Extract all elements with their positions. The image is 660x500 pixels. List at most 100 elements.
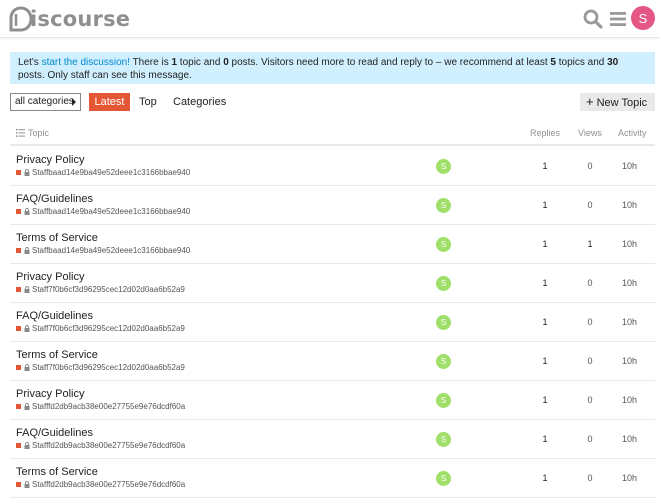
category-name: Stafffd2db9acb38e00e27755e9e76dcdf60a: [32, 480, 186, 489]
lock-icon: [24, 403, 30, 410]
nav-top[interactable]: Top: [139, 93, 157, 111]
replies-count: 1: [542, 239, 548, 249]
notice-text: posts. Visitors need more to read and re…: [228, 57, 551, 68]
topic-title[interactable]: Terms of Service: [16, 466, 98, 478]
lock-icon: [24, 325, 30, 332]
topic-title[interactable]: FAQ/Guidelines: [16, 427, 93, 439]
views-count: 0: [587, 395, 593, 405]
poster-avatar[interactable]: S: [436, 159, 451, 174]
poster-letter: S: [440, 279, 447, 288]
poster-letter: S: [440, 162, 447, 171]
table-row[interactable]: Terms of Service Staffbaad14e9ba49e52deee…: [10, 225, 655, 264]
topic-title[interactable]: FAQ/Guidelines: [16, 310, 93, 322]
lock-icon: [24, 286, 30, 293]
views-count: 0: [587, 200, 593, 210]
topic-title[interactable]: Terms of Service: [16, 232, 98, 244]
search-icon[interactable]: [582, 8, 604, 30]
poster-avatar[interactable]: S: [436, 471, 451, 486]
topic-list: Privacy Policy Staffbaad14e9ba49e52deee1c…: [10, 147, 655, 498]
category-color-icon: [16, 365, 21, 370]
notice-text: posts. Only staff can see this message.: [18, 70, 192, 81]
activity-time[interactable]: 10h: [617, 434, 642, 444]
category-name: Staff7f0b6cf3d96295cec12d02d0aa6b52a9: [32, 363, 185, 372]
nav-categories[interactable]: Categories: [173, 93, 226, 111]
category-color-icon: [16, 326, 21, 331]
poster-avatar[interactable]: S: [436, 393, 451, 408]
topic-category[interactable]: Staff7f0b6cf3d96295cec12d02d0aa6b52a9: [16, 285, 185, 294]
category-name: Staffbaad14e9ba49e52deee1c3166bbae940: [32, 246, 191, 255]
lock-icon: [24, 247, 30, 254]
replies-count: 1: [542, 161, 548, 171]
poster-avatar[interactable]: S: [436, 354, 451, 369]
activity-time[interactable]: 10h: [617, 161, 642, 171]
activity-time[interactable]: 10h: [617, 317, 642, 327]
table-row[interactable]: Privacy Policy Staffbaad14e9ba49e52deee1c…: [10, 147, 655, 186]
table-row[interactable]: FAQ/Guidelines Staff7f0b6cf3d96295cec12d0…: [10, 303, 655, 342]
topic-category[interactable]: Staff7f0b6cf3d96295cec12d02d0aa6b52a9: [16, 324, 185, 333]
topic-category[interactable]: Stafffd2db9acb38e00e27755e9e76dcdf60a: [16, 441, 185, 450]
topic-title[interactable]: FAQ/Guidelines: [16, 193, 93, 205]
start-discussion-link[interactable]: start the discussion!: [42, 57, 130, 68]
topic-category[interactable]: Stafffd2db9acb38e00e27755e9e76dcdf60a: [16, 402, 185, 411]
poster-avatar[interactable]: S: [436, 237, 451, 252]
topic-list-header: Topic Replies Views Activity: [10, 122, 655, 146]
user-avatar[interactable]: S: [631, 6, 655, 30]
notice-text: There is: [129, 57, 172, 68]
topic-category[interactable]: Staff7f0b6cf3d96295cec12d02d0aa6b52a9: [16, 363, 185, 372]
activity-time[interactable]: 10h: [617, 200, 642, 210]
activity-time[interactable]: 10h: [617, 395, 642, 405]
table-row[interactable]: FAQ/Guidelines Stafffd2db9acb38e00e27755e…: [10, 420, 655, 459]
views-count: 0: [587, 434, 593, 444]
discourse-logo-icon: [9, 6, 33, 32]
notice-text: topic and: [177, 57, 224, 68]
category-name: Stafffd2db9acb38e00e27755e9e76dcdf60a: [32, 402, 186, 411]
poster-avatar[interactable]: S: [436, 315, 451, 330]
column-activity[interactable]: Activity: [618, 128, 647, 138]
table-row[interactable]: FAQ/Guidelines Staffbaad14e9ba49e52deee1c…: [10, 186, 655, 225]
topic-title[interactable]: Privacy Policy: [16, 388, 84, 400]
views-count: 0: [587, 317, 593, 327]
category-color-icon: [16, 404, 21, 409]
nav-latest[interactable]: Latest: [89, 93, 130, 111]
topic-category[interactable]: Staffbaad14e9ba49e52deee1c3166bbae940: [16, 207, 190, 216]
hamburger-menu-icon[interactable]: [607, 8, 629, 30]
replies-count: 1: [542, 356, 548, 366]
lock-icon: [24, 364, 30, 371]
column-replies[interactable]: Replies: [530, 128, 560, 138]
poster-letter: S: [440, 474, 447, 483]
lock-icon: [24, 442, 30, 449]
new-topic-label: New Topic: [596, 97, 648, 109]
views-count: 0: [587, 473, 593, 483]
topic-title[interactable]: Privacy Policy: [16, 271, 84, 283]
activity-time[interactable]: 10h: [617, 239, 642, 249]
lock-icon: [24, 481, 30, 488]
table-row[interactable]: Privacy Policy Stafffd2db9acb38e00e27755e…: [10, 381, 655, 420]
category-name: Staff7f0b6cf3d96295cec12d02d0aa6b52a9: [32, 285, 185, 294]
activity-time[interactable]: 10h: [617, 473, 642, 483]
column-topic[interactable]: Topic: [16, 128, 49, 138]
topic-category[interactable]: Stafffd2db9acb38e00e27755e9e76dcdf60a: [16, 480, 185, 489]
replies-count: 1: [542, 395, 548, 405]
topic-title[interactable]: Terms of Service: [16, 349, 98, 361]
activity-time[interactable]: 10h: [617, 356, 642, 366]
activity-time[interactable]: 10h: [617, 278, 642, 288]
table-row[interactable]: Privacy Policy Staff7f0b6cf3d96295cec12d0…: [10, 264, 655, 303]
category-dropdown-label: all categories: [15, 96, 74, 107]
replies-count: 1: [542, 434, 548, 444]
lock-icon: [24, 169, 30, 176]
topic-title[interactable]: Privacy Policy: [16, 154, 84, 166]
poster-avatar[interactable]: S: [436, 198, 451, 213]
poster-avatar[interactable]: S: [436, 432, 451, 447]
poster-avatar[interactable]: S: [436, 276, 451, 291]
category-dropdown[interactable]: all categories: [10, 93, 81, 111]
new-topic-button[interactable]: + New Topic: [580, 93, 655, 111]
plus-icon: +: [586, 94, 594, 109]
topic-category[interactable]: Staffbaad14e9ba49e52deee1c3166bbae940: [16, 168, 190, 177]
table-row[interactable]: Terms of Service Stafffd2db9acb38e00e2775…: [10, 459, 655, 498]
column-views[interactable]: Views: [578, 128, 602, 138]
topic-category[interactable]: Staffbaad14e9ba49e52deee1c3166bbae940: [16, 246, 190, 255]
caret-right-icon: [72, 98, 76, 106]
category-name: Staff7f0b6cf3d96295cec12d02d0aa6b52a9: [32, 324, 185, 333]
site-logo[interactable]: iscourse: [9, 5, 130, 33]
table-row[interactable]: Terms of Service Staff7f0b6cf3d96295cec12…: [10, 342, 655, 381]
